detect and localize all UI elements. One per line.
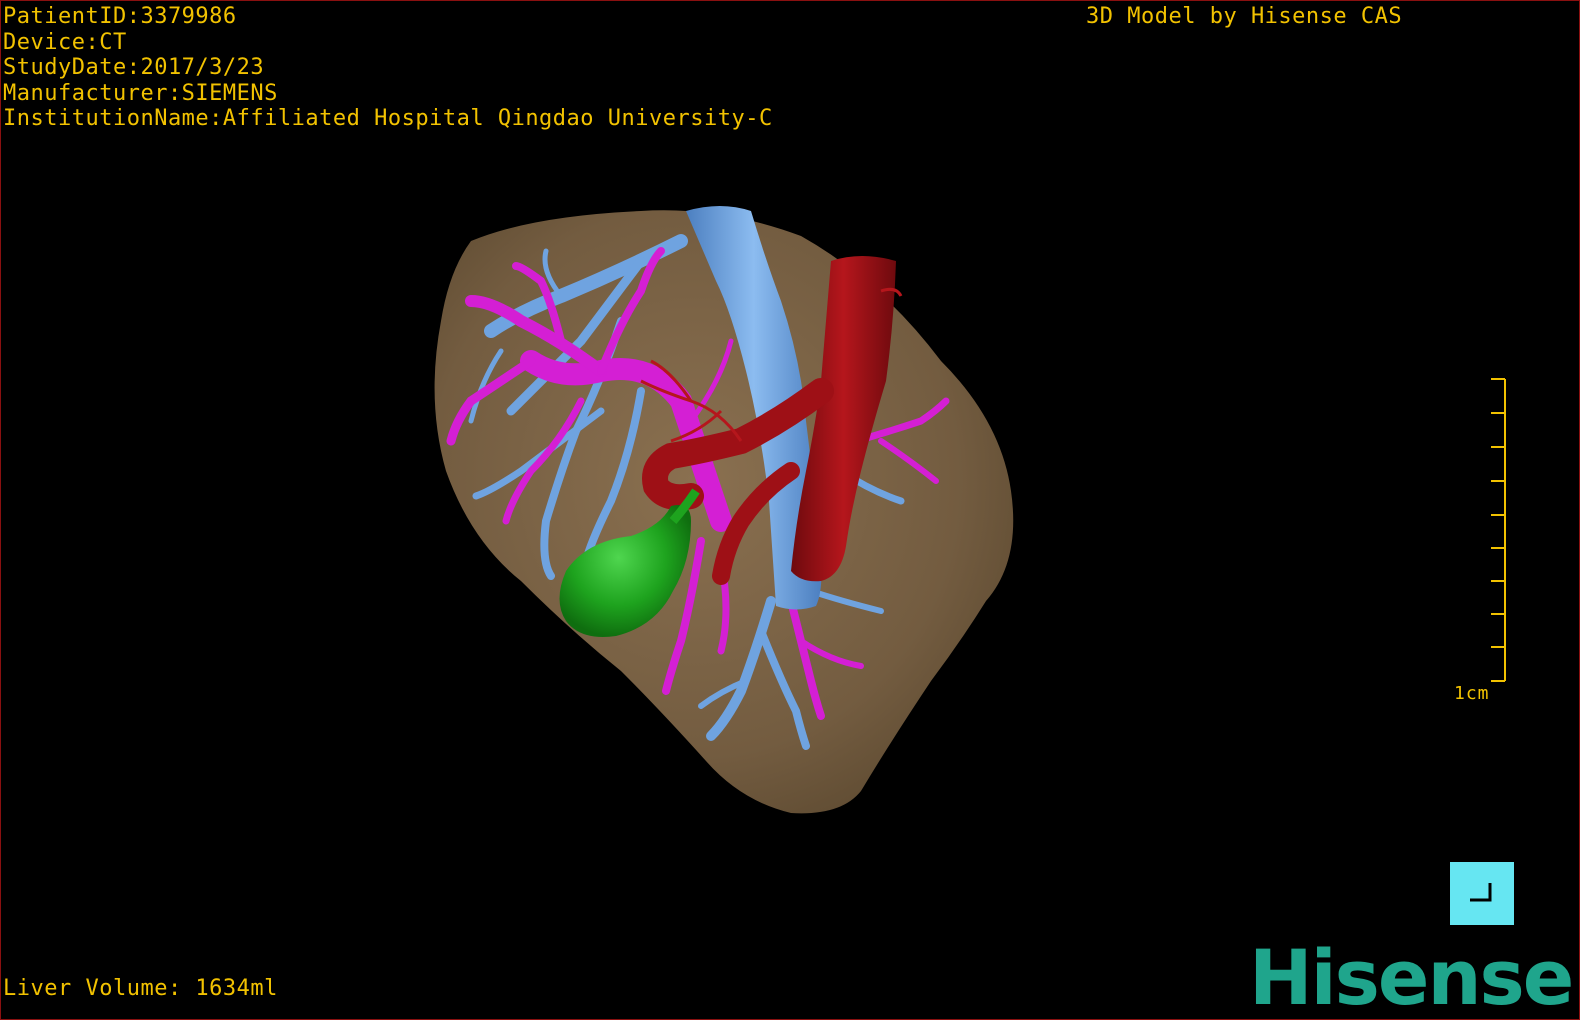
scale-bar-label: 1cm <box>1454 683 1490 704</box>
dicom-info-overlay: PatientID:3379986 Device:CT StudyDate:20… <box>3 4 773 132</box>
study-date-label: StudyDate:2017/3/23 <box>3 55 265 80</box>
hisense-logo: Hisense <box>1249 933 1574 1020</box>
corner-button[interactable] <box>1450 862 1514 925</box>
device-label: Device:CT <box>3 29 127 55</box>
liver-volume-label: Liver Volume: 1634ml <box>3 976 278 1001</box>
corner-bracket-icon <box>1470 883 1492 902</box>
3d-liver-model[interactable] <box>1 1 1580 1020</box>
manufacturer-label: Manufacturer:SIEMENS <box>3 80 278 106</box>
3d-viewer[interactable]: PatientID:3379986 Device:CT StudyDate:20… <box>0 0 1580 1020</box>
institution-label: InstitutionName:Affiliated Hospital Qing… <box>3 106 773 131</box>
scale-bar <box>1491 378 1506 682</box>
patient-id-label: PatientID:3379986 <box>3 4 237 29</box>
model-credit: 3D Model by Hisense CAS <box>1086 4 1403 29</box>
